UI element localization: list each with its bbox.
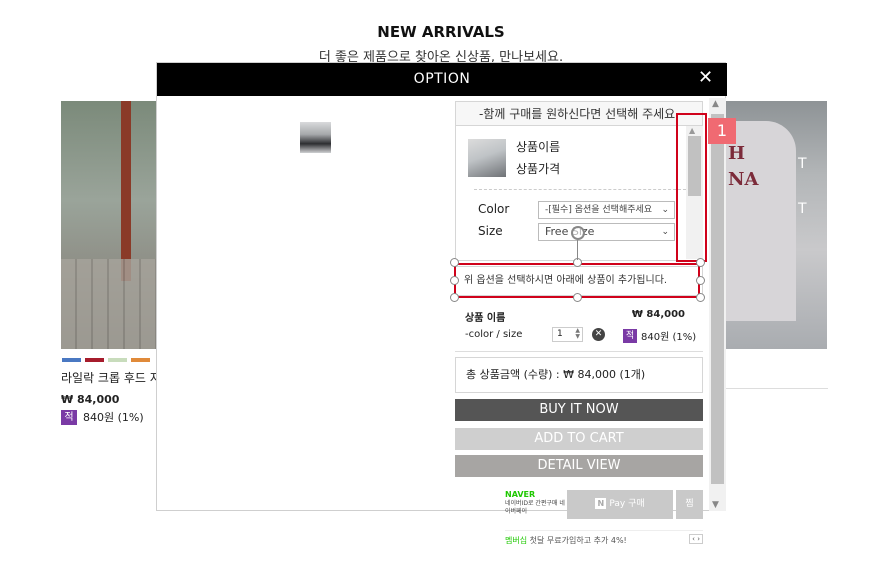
- related-select-header: -함께 구매를 원하신다면 선택해 주세요.: [455, 101, 703, 126]
- resize-handle[interactable]: [573, 293, 582, 302]
- swatch[interactable]: [85, 358, 104, 362]
- color-select-value: -[필수] 옵션을 선택해주세요: [545, 205, 653, 215]
- section-title: NEW ARRIVALS: [377, 23, 505, 41]
- naver-logo: NAVER: [505, 490, 536, 499]
- total-price: 총 상품금액 (수량) : ₩ 84,000 (1개): [455, 357, 703, 393]
- npay-label: Pay 구매: [609, 499, 645, 509]
- photo-letter: T: [798, 201, 807, 217]
- modal-scrollbar[interactable]: ▲ ▼: [709, 98, 726, 511]
- rotate-handle-line: [577, 240, 578, 260]
- close-icon[interactable]: ✕: [698, 67, 713, 88]
- npay-buy-button[interactable]: N Pay 구매: [567, 490, 673, 519]
- product-image-left[interactable]: [61, 101, 157, 349]
- product-thumbnail-small[interactable]: [300, 122, 331, 153]
- divider: [474, 189, 686, 190]
- rotate-handle-icon[interactable]: [571, 226, 585, 240]
- swatch[interactable]: [108, 358, 127, 362]
- scroll-down-icon[interactable]: ▼: [712, 500, 719, 510]
- quantity-value: 1: [557, 329, 563, 339]
- photo-detail: [61, 259, 157, 349]
- scroll-up-icon[interactable]: ▲: [712, 99, 719, 109]
- color-swatches: [62, 358, 150, 362]
- photo-detail: [121, 101, 131, 281]
- membership-label: 멤버십: [505, 536, 528, 545]
- spinner-arrows-icon[interactable]: ▲ ▼: [575, 328, 580, 340]
- wishlist-button[interactable]: 찜: [676, 490, 703, 519]
- resize-handle[interactable]: [696, 276, 705, 285]
- mileage-value: 840원 (1%): [641, 332, 697, 343]
- related-product-box: 상품이름 상품가격 Color -[필수] 옵션을 선택해주세요 ⌄ Size …: [455, 126, 703, 261]
- scrollbar-thumb[interactable]: [711, 114, 724, 484]
- selected-item-option: -color / size: [465, 329, 523, 340]
- quantity-stepper[interactable]: 1 ▲ ▼: [552, 327, 583, 342]
- modal-title: OPTION: [413, 71, 471, 87]
- membership-banner: 멤버십 첫달 무료가입하고 추가 4%! ‹ ›: [505, 530, 703, 545]
- mileage-value: 840원 (1%): [83, 411, 144, 424]
- naver-pay-area: NAVER 네이버ID로 간편구매 네이버페이 N Pay 구매 찜: [505, 490, 705, 522]
- membership-text: 첫달 무료가입하고 추가 4%!: [529, 536, 627, 545]
- annotation-badge: 1: [708, 118, 736, 144]
- color-label: Color: [478, 202, 510, 216]
- selected-item-mileage: 적 840원 (1%): [623, 328, 696, 343]
- mileage-badge: 적: [61, 409, 77, 425]
- naver-subtext: 네이버ID로 간편구매 네이버페이: [505, 500, 565, 515]
- resize-handle[interactable]: [450, 293, 459, 302]
- npay-icon: N: [595, 498, 607, 509]
- photo-letter: T: [798, 156, 807, 172]
- resize-handle[interactable]: [450, 276, 459, 285]
- resize-handle[interactable]: [450, 258, 459, 267]
- related-product-price: 상품가격: [516, 162, 561, 176]
- product-name-link[interactable]: 라일락 크롭 후드 지: [61, 369, 156, 386]
- product-price: ₩ 84,000: [61, 393, 120, 406]
- swatch[interactable]: [62, 358, 81, 362]
- add-to-cart-button[interactable]: ADD TO CART: [455, 428, 703, 450]
- sweatshirt-print: H NA: [728, 143, 759, 190]
- detail-view-button[interactable]: DETAIL VIEW: [455, 455, 703, 477]
- mileage-badge: 적: [623, 328, 637, 343]
- selected-item-price: ₩ 84,000: [631, 309, 685, 320]
- selected-item-name: 상품 이름: [465, 313, 506, 324]
- chevron-down-icon: ⌄: [661, 227, 669, 237]
- remove-item-icon[interactable]: ✕: [592, 328, 605, 341]
- product-mileage: 적 840원 (1%): [61, 409, 144, 425]
- modal-titlebar: OPTION ✕: [157, 63, 727, 96]
- related-product-name: 상품이름: [516, 140, 561, 154]
- banner-nav-arrows[interactable]: ‹ ›: [689, 534, 703, 544]
- size-select[interactable]: Free Size ⌄: [538, 223, 675, 241]
- resize-handle[interactable]: [696, 258, 705, 267]
- buy-now-button[interactable]: BUY IT NOW: [455, 399, 703, 421]
- related-product-thumbnail[interactable]: [468, 139, 506, 177]
- selected-item-row: 상품 이름 ₩ 84,000 -color / size 1 ▲ ▼ ✕ 적 84…: [455, 306, 703, 352]
- product-image-right[interactable]: H NA T T: [726, 101, 827, 349]
- divider: [726, 388, 828, 389]
- resize-handle[interactable]: [696, 293, 705, 302]
- size-select-value: Free Size: [545, 225, 595, 238]
- swatch[interactable]: [131, 358, 150, 362]
- annotation-box: [676, 113, 707, 262]
- chevron-down-icon: ⌄: [661, 205, 669, 215]
- color-select[interactable]: -[필수] 옵션을 선택해주세요 ⌄: [538, 201, 675, 219]
- size-label: Size: [478, 224, 503, 238]
